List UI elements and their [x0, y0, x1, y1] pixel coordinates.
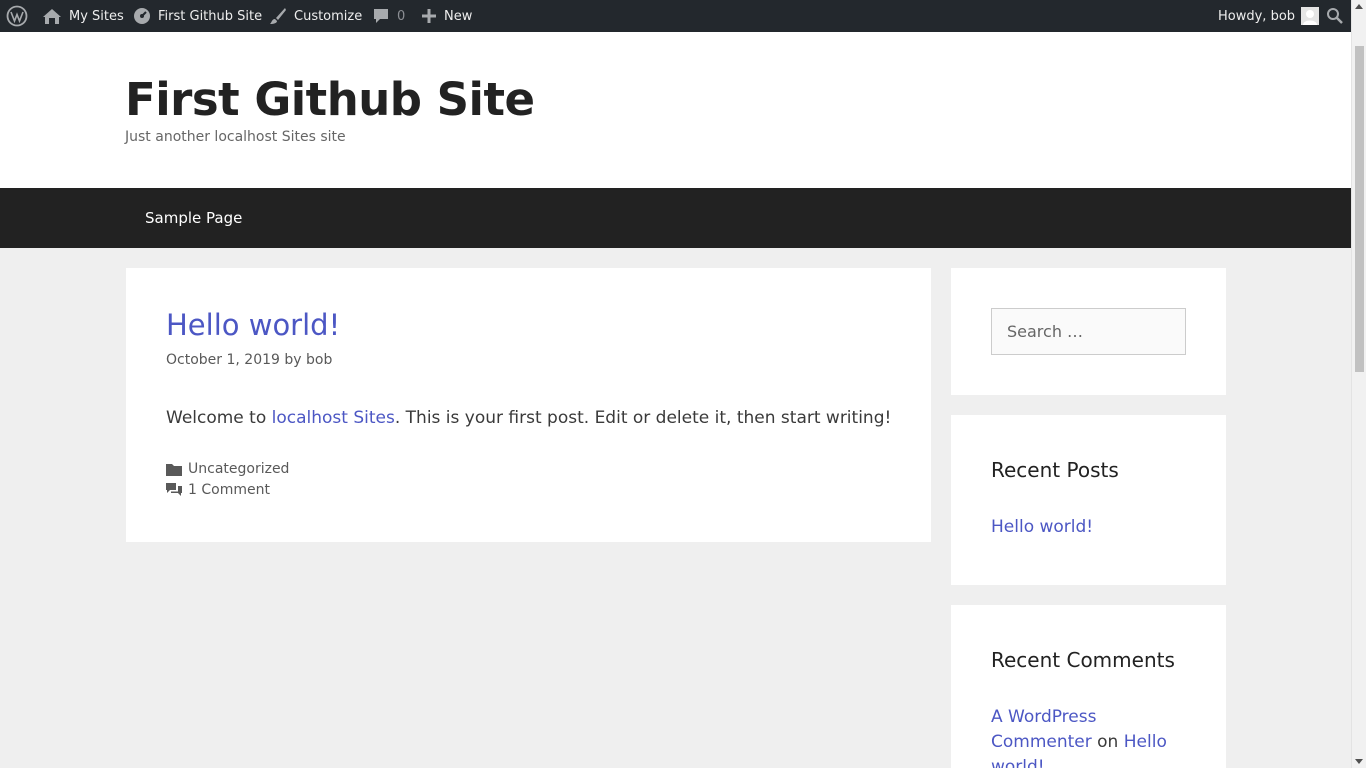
plus-icon [422, 9, 436, 23]
comments-icon [166, 483, 182, 496]
post-category[interactable]: Uncategorized [188, 461, 289, 477]
comment-bubble-icon [374, 9, 388, 23]
comment-on: on [1097, 732, 1119, 752]
post-body-start: Welcome to [166, 408, 272, 428]
nav-item-sample-page[interactable]: Sample Page [145, 188, 242, 248]
customize-label: Customize [294, 8, 363, 24]
post-categories: Uncategorized [166, 461, 289, 477]
post-body-link[interactable]: localhost Sites [272, 408, 395, 428]
scroll-up-arrow-icon[interactable] [1355, 4, 1363, 9]
post-meta: October 1, 2019 by bob [166, 352, 332, 368]
recent-comment-item: A WordPress Commenter on Hello world! [991, 705, 1191, 768]
site-title[interactable]: First Github Site [125, 73, 535, 127]
customize-link[interactable]: Customize [269, 0, 362, 32]
post-card: Hello world! October 1, 2019 by bob Welc… [126, 268, 931, 542]
howdy-label: Howdy, bob [1218, 8, 1296, 24]
admin-search-icon[interactable] [1326, 0, 1344, 32]
post-title[interactable]: Hello world! [166, 308, 340, 343]
post-body-end: . This is your first post. Edit or delet… [394, 408, 892, 428]
scrollbar-thumb[interactable] [1355, 46, 1364, 372]
dashboard-icon [134, 8, 150, 24]
wordpress-logo-icon[interactable] [6, 0, 28, 32]
my-sites-icon [43, 9, 61, 24]
new-content-menu[interactable]: New [421, 0, 472, 32]
site-header: First Github Site Just another localhost… [0, 32, 1351, 188]
new-label: New [444, 8, 473, 24]
recent-comments-widget: Recent Comments A WordPress Commenter on… [951, 605, 1226, 768]
admin-bar: My Sites First Github Site Customize 0 N… [0, 0, 1366, 32]
my-sites-label: My Sites [69, 8, 124, 24]
recent-posts-widget: Recent Posts Hello world! [951, 415, 1226, 585]
my-sites-menu[interactable]: My Sites [42, 0, 124, 32]
recent-post-link[interactable]: Hello world! [991, 517, 1093, 537]
post-date[interactable]: October 1, 2019 [166, 352, 280, 368]
comments-count: 0 [397, 8, 406, 24]
comment-author-link[interactable]: A WordPress Commenter [991, 707, 1096, 752]
comments-link[interactable]: 0 [372, 0, 405, 32]
site-name-menu[interactable]: First Github Site [133, 0, 262, 32]
post-comments-link[interactable]: 1 Comment [188, 482, 270, 498]
search-input[interactable]: Search … [991, 308, 1186, 355]
site-tagline: Just another localhost Sites site [125, 129, 346, 145]
folder-icon [166, 464, 182, 476]
page-scrollbar[interactable] [1351, 0, 1366, 768]
site-name-label: First Github Site [158, 8, 263, 24]
account-menu[interactable]: Howdy, bob [1218, 0, 1320, 32]
avatar [1301, 7, 1320, 25]
search-widget: Search … [951, 268, 1226, 395]
post-by: by [284, 352, 302, 368]
post-content: Welcome to localhost Sites. This is your… [166, 408, 891, 428]
paintbrush-icon [270, 8, 286, 24]
main-navigation: Sample Page [0, 188, 1351, 248]
post-comments: 1 Comment [166, 482, 270, 498]
scroll-down-arrow-icon[interactable] [1355, 759, 1363, 764]
recent-comments-title: Recent Comments [991, 648, 1175, 672]
recent-posts-title: Recent Posts [991, 458, 1119, 482]
post-author[interactable]: bob [306, 352, 332, 368]
